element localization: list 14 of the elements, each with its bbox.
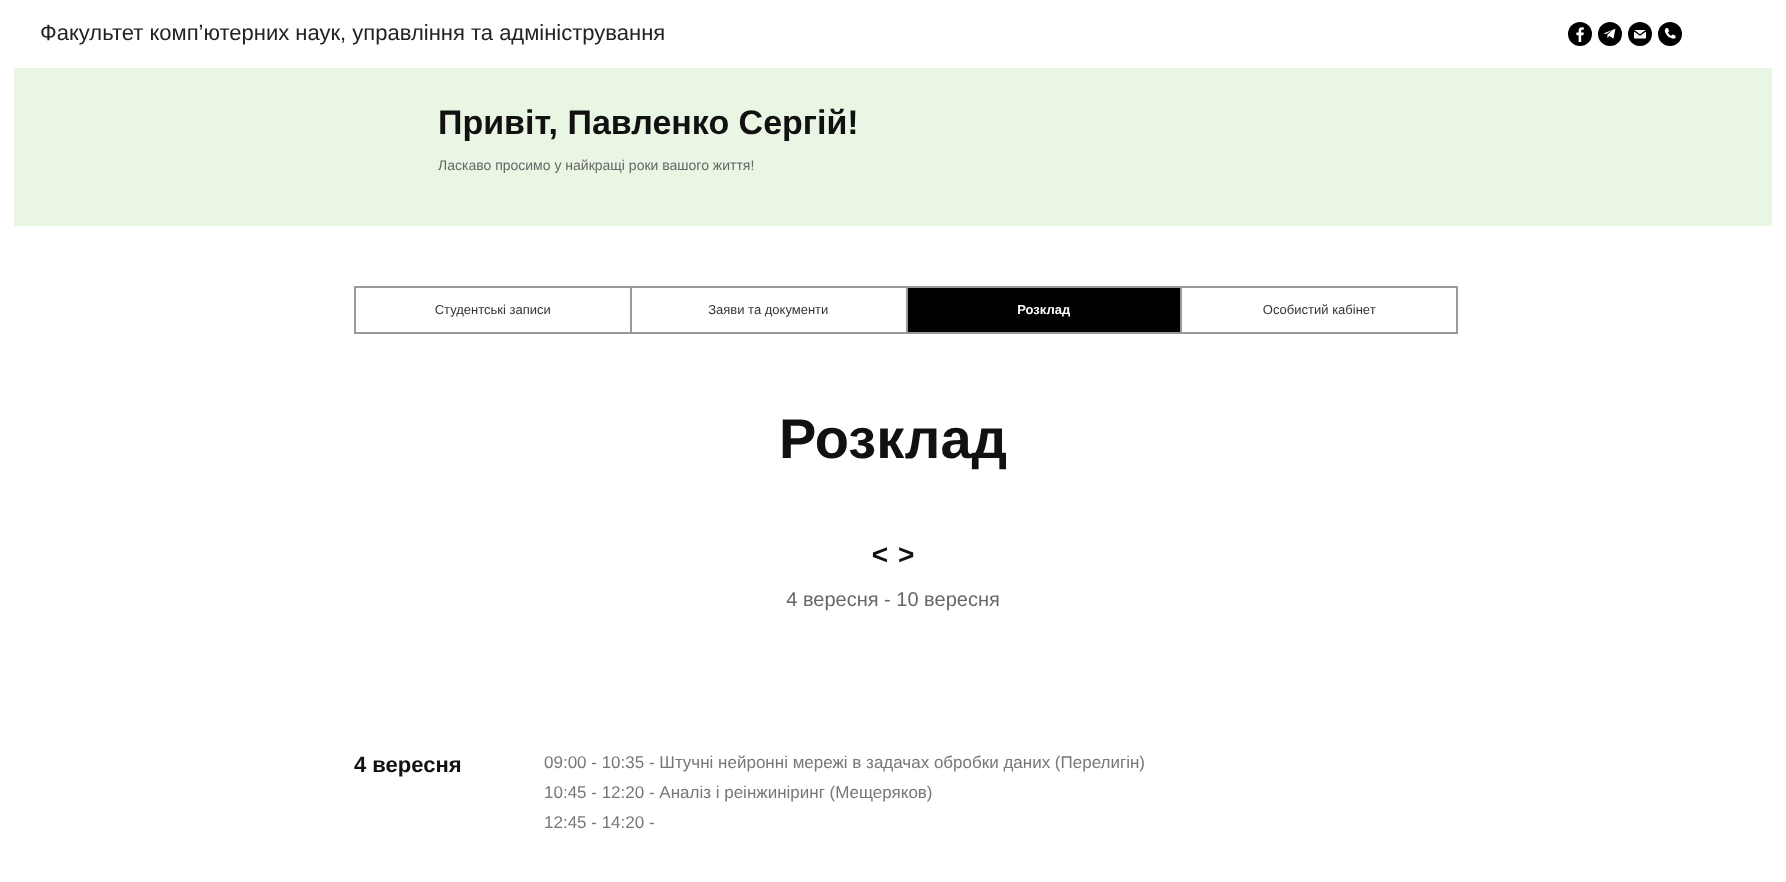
faculty-title: Факультет комп’ютерних наук, управління та адміністрування xyxy=(40,21,666,45)
page-heading: Розклад xyxy=(776,408,1010,472)
next-week-button[interactable]: > xyxy=(898,538,915,570)
previous-week-button[interactable]: < xyxy=(871,538,888,570)
mail-icon[interactable] xyxy=(1628,21,1652,45)
day-date: 4 вересня xyxy=(354,752,464,782)
lesson-entry: 10:45 - 12:20 - Аналіз і реінжиніринг (Мещеряков) xyxy=(544,782,935,802)
facebook-icon[interactable] xyxy=(1568,21,1592,45)
phone-icon[interactable] xyxy=(1658,21,1682,45)
lesson-entry: 12:45 - 14:20 - xyxy=(544,812,657,832)
lesson-entry: 09:00 - 10:35 - Штучні нейронні мережі в задачах обробки даних (Перелигін) xyxy=(544,752,1145,772)
greeting-heading: Привіт, Павленко Сергій! xyxy=(438,104,861,144)
week-range: 4 вересня - 10 вересня xyxy=(784,590,1002,612)
paper-plane-icon[interactable] xyxy=(1598,21,1622,45)
